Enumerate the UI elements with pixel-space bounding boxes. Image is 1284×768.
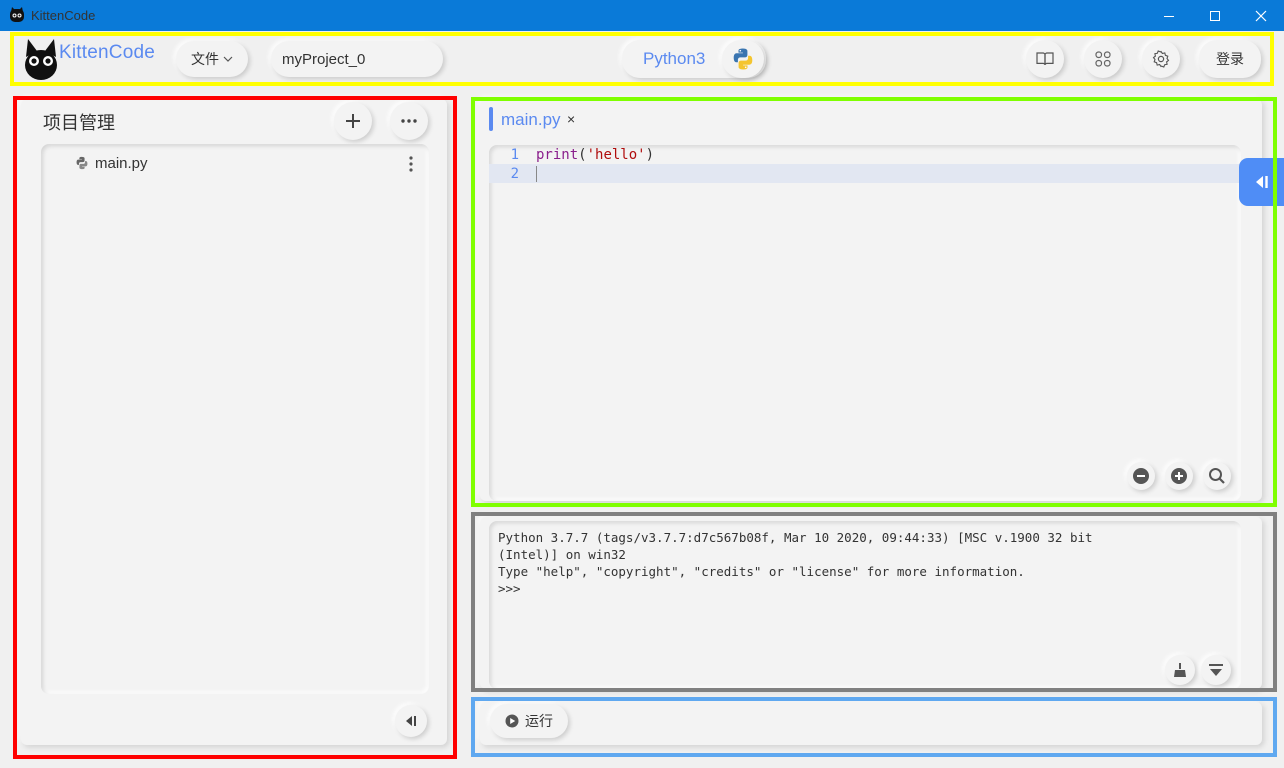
tab-close-button[interactable]: × — [567, 111, 575, 127]
language-label: Python3 — [643, 49, 706, 68]
search-icon — [1209, 468, 1225, 484]
maximize-button[interactable] — [1192, 0, 1238, 31]
app-icon — [10, 7, 24, 22]
file-tree-item-label: main.py — [95, 154, 148, 172]
scroll-to-bottom-button[interactable] — [1201, 655, 1231, 685]
python-file-icon — [76, 156, 88, 170]
run-button-label: 运行 — [525, 713, 553, 729]
code-editor[interactable] — [489, 145, 1241, 501]
zoom-out-button[interactable] — [1127, 462, 1155, 490]
collapse-left-icon — [406, 716, 416, 726]
login-button[interactable]: 登录 — [1199, 40, 1261, 78]
kittencode-logo-icon — [25, 39, 57, 80]
gear-icon — [1152, 50, 1170, 68]
play-circle-icon — [505, 714, 519, 728]
active-tab-indicator — [489, 107, 493, 131]
zoom-in-button[interactable] — [1165, 462, 1193, 490]
editor-tab-main-py[interactable]: main.py — [501, 110, 561, 130]
chevron-down-icon — [223, 56, 233, 62]
code-token-paren: ( — [578, 147, 587, 163]
console-line: Python 3.7.7 (tags/v3.7.7:d7c567b08f, Ma… — [498, 530, 1093, 545]
minimize-button[interactable] — [1146, 0, 1192, 31]
console-prompt: >>> — [498, 581, 521, 596]
run-bar — [480, 702, 1262, 745]
docs-button[interactable] — [1026, 40, 1064, 78]
file-menu-label: 文件 — [191, 51, 219, 67]
plus-icon — [346, 114, 360, 128]
code-line: print('hello') — [536, 147, 654, 163]
file-menu-button[interactable]: 文件 — [176, 41, 248, 77]
minimize-icon — [1164, 15, 1174, 17]
logo-text: KittenCode — [59, 42, 156, 63]
code-token-paren: ) — [645, 147, 655, 163]
minus-circle-icon — [1133, 468, 1149, 484]
code-token-string: 'hello' — [586, 147, 646, 163]
window-title: KittenCode — [31, 8, 96, 23]
code-token-function: print — [536, 147, 579, 163]
apps-icon — [1095, 51, 1111, 67]
text-cursor — [536, 166, 537, 182]
python-logo-button[interactable] — [722, 40, 764, 78]
more-options-button[interactable] — [390, 102, 428, 140]
more-horizontal-icon — [401, 119, 417, 123]
collapse-panel-button[interactable] — [395, 705, 427, 737]
run-button[interactable]: 运行 — [490, 704, 568, 738]
window-title-bar — [0, 0, 1284, 31]
settings-button[interactable] — [1142, 40, 1180, 78]
console-line: Type "help", "copyright", "credits" or "… — [498, 564, 1025, 579]
plus-circle-icon — [1171, 468, 1187, 484]
close-icon — [1255, 10, 1267, 21]
file-tree — [41, 144, 429, 694]
scroll-down-icon — [1209, 664, 1223, 676]
add-file-button[interactable] — [334, 102, 372, 140]
line-number: 1 — [510, 147, 519, 163]
apps-button[interactable] — [1084, 40, 1122, 78]
collapse-left-icon — [1255, 176, 1268, 188]
search-button[interactable] — [1203, 462, 1231, 490]
side-panel-toggle-button[interactable] — [1239, 158, 1284, 206]
line-number: 2 — [510, 166, 519, 182]
project-name-input[interactable] — [271, 41, 443, 77]
maximize-icon — [1210, 10, 1220, 21]
clear-console-button[interactable] — [1165, 655, 1195, 685]
close-window-button[interactable] — [1238, 0, 1284, 31]
project-panel-title: 项目管理 — [43, 113, 115, 133]
python-logo-icon — [733, 48, 753, 70]
file-tree-item[interactable]: main.py — [75, 153, 148, 173]
console-line: (Intel)] on win32 — [498, 547, 626, 562]
book-icon — [1036, 52, 1054, 66]
current-line-highlight — [489, 164, 1241, 183]
more-vertical-icon[interactable] — [404, 154, 418, 174]
broom-icon — [1174, 663, 1186, 677]
